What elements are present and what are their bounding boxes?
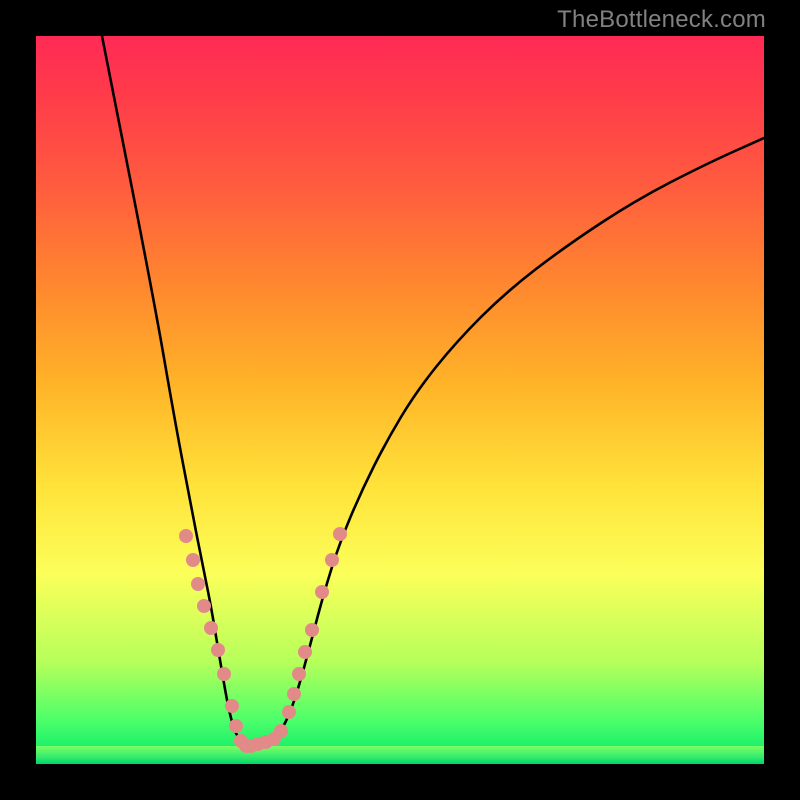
curve-marker xyxy=(315,585,329,599)
curve-marker xyxy=(287,687,301,701)
curve-marker xyxy=(298,645,312,659)
marker-group xyxy=(179,527,347,753)
curve-marker xyxy=(325,553,339,567)
curve-marker xyxy=(186,553,200,567)
curve-marker xyxy=(204,621,218,635)
watermark: TheBottleneck.com xyxy=(557,6,766,34)
curve-marker xyxy=(305,623,319,637)
curve-marker xyxy=(197,599,211,613)
curve-marker xyxy=(217,667,231,681)
curve-marker xyxy=(191,577,205,591)
chart-svg xyxy=(36,36,764,764)
bottleneck-curve xyxy=(102,36,764,746)
chart-stage: TheBottleneck.com xyxy=(0,0,800,800)
curve-marker xyxy=(225,699,239,713)
curve-marker xyxy=(292,667,306,681)
curve-marker xyxy=(211,643,225,657)
curve-marker xyxy=(333,527,347,541)
curve-marker xyxy=(274,724,288,738)
plot-area xyxy=(36,36,764,764)
curve-marker xyxy=(179,529,193,543)
curve-marker xyxy=(282,705,296,719)
curve-marker xyxy=(229,719,243,733)
